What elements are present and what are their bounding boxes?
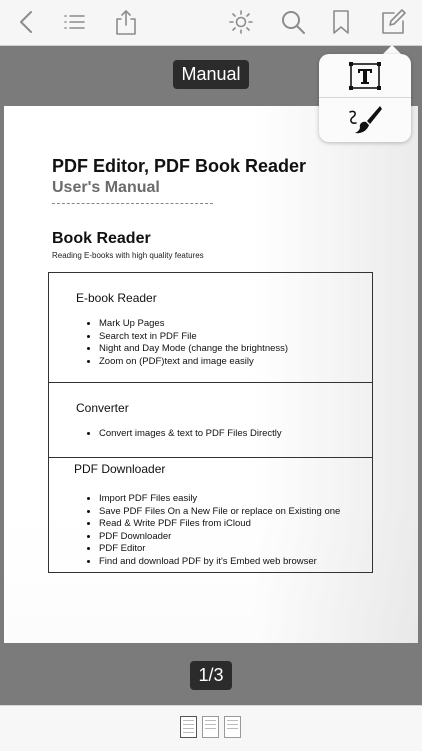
page-heading: PDF Editor, PDF Book Reader (52, 156, 307, 176)
page-thumbnail[interactable] (224, 716, 241, 738)
share-icon[interactable] (111, 7, 141, 37)
pdf-page[interactable]: PDF Editor, PDF Book Reader User's Manua… (4, 106, 418, 643)
feature-list: Import PDF Files easily Save PDF Files O… (87, 493, 340, 569)
back-icon[interactable] (12, 7, 42, 37)
page-thumbnail[interactable] (180, 716, 197, 738)
section-subtitle: Reading E-books with high quality featur… (52, 251, 204, 260)
list-item: Search text in PDF File (99, 331, 288, 344)
list-item: Night and Day Mode (change the brightnes… (99, 343, 288, 356)
list-item: Zoom on (PDF)text and image easily (99, 356, 288, 369)
feature-box-converter: Converter Convert images & text to PDF F… (48, 382, 373, 458)
bookmark-icon[interactable] (326, 7, 356, 37)
brush-tool-button[interactable] (319, 98, 411, 141)
brightness-icon[interactable] (226, 7, 256, 37)
box-title: E-book Reader (76, 291, 157, 305)
box-title: PDF Downloader (74, 462, 166, 476)
search-icon[interactable] (278, 7, 308, 37)
text-tool-button[interactable] (319, 54, 411, 97)
page-number-indicator: 1/3 (190, 661, 232, 690)
page-thumbnail[interactable] (202, 716, 219, 738)
feature-list: Mark Up Pages Search text in PDF File Ni… (87, 318, 288, 368)
edit-menu (319, 54, 411, 142)
list-item: Mark Up Pages (99, 318, 288, 331)
edit-icon[interactable] (378, 7, 408, 37)
feature-box-ebook-reader: E-book Reader Mark Up Pages Search text … (48, 272, 373, 383)
brush-tool-icon (349, 105, 382, 133)
list-item: Import PDF Files easily (99, 493, 340, 506)
feature-list: Convert images & text to PDF Files Direc… (87, 428, 282, 441)
list-item: PDF Editor (99, 543, 340, 556)
divider (52, 203, 213, 204)
thumbnail-bar (0, 705, 422, 751)
text-tool-icon (349, 61, 381, 90)
list-item: Save PDF Files On a New File or replace … (99, 506, 340, 519)
feature-box-pdf-downloader: PDF Downloader Import PDF Files easily S… (48, 457, 373, 573)
list-icon[interactable] (59, 7, 89, 37)
list-item: Find and download PDF by it's Embed web … (99, 556, 340, 569)
box-title: Converter (76, 401, 129, 415)
page-subheading: User's Manual (52, 179, 160, 196)
top-toolbar (0, 0, 422, 46)
document-title: Manual (173, 60, 249, 89)
list-item: Read & Write PDF Files from iCloud (99, 518, 340, 531)
list-item: PDF Downloader (99, 531, 340, 544)
list-item: Convert images & text to PDF Files Direc… (99, 428, 282, 441)
section-title: Book Reader (52, 230, 151, 247)
edit-menu-arrow (383, 45, 401, 54)
